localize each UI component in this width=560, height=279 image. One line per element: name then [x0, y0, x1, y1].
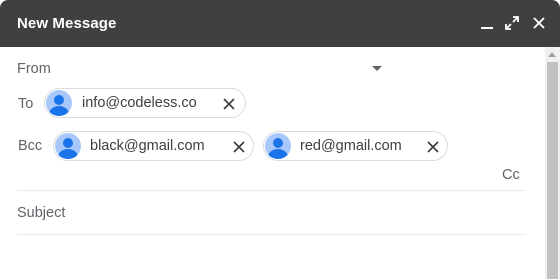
recipient-chip-bcc[interactable]: red@gmail.com: [263, 131, 448, 161]
caret-down-icon[interactable]: [372, 66, 382, 71]
subject-input[interactable]: [17, 202, 517, 224]
expand-icon[interactable]: [502, 13, 522, 33]
remove-chip-icon[interactable]: [223, 97, 235, 110]
from-label: From: [17, 61, 51, 77]
remove-chip-icon[interactable]: [427, 140, 439, 153]
cc-link[interactable]: Cc: [502, 167, 520, 183]
bcc-label: Bcc: [18, 138, 43, 154]
recipient-email: red@gmail.com: [300, 138, 402, 154]
scroll-up-arrow-icon[interactable]: [548, 52, 556, 57]
person-avatar-icon: [55, 133, 81, 159]
compose-body: From To info@codeless.co Bcc black@gmail…: [0, 47, 560, 279]
recipient-email: black@gmail.com: [90, 138, 205, 154]
to-label: To: [18, 96, 34, 112]
compose-titlebar: New Message: [0, 0, 560, 47]
recipient-chip-bcc[interactable]: black@gmail.com: [53, 131, 254, 161]
remove-chip-icon[interactable]: [233, 140, 245, 153]
window-title: New Message: [17, 15, 117, 32]
close-icon[interactable]: [529, 13, 549, 33]
minimize-icon[interactable]: [477, 13, 497, 33]
divider: [17, 190, 526, 191]
recipient-email: info@codeless.co: [82, 95, 197, 111]
person-avatar-icon: [46, 90, 72, 116]
recipient-chip-to[interactable]: info@codeless.co: [44, 88, 246, 118]
scrollbar-thumb[interactable]: [547, 62, 558, 279]
divider: [17, 234, 526, 235]
person-avatar-icon: [265, 133, 291, 159]
